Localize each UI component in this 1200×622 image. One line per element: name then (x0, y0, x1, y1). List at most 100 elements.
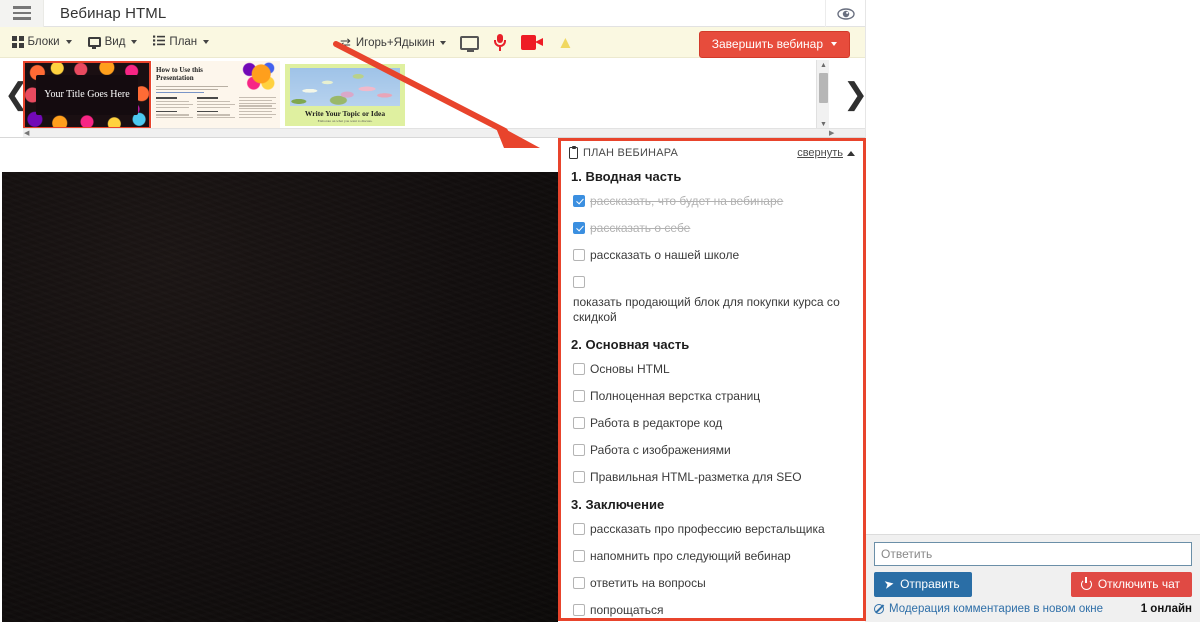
chat-panel: ➤ Отправить Отключить чат Модерация комм… (865, 0, 1200, 622)
plan-task[interactable]: рассказать о себе (573, 221, 853, 236)
scroll-left-icon[interactable]: ◀ (24, 129, 29, 138)
page-title: Вебинар HTML (60, 4, 167, 22)
slides-vertical-scrollbar[interactable]: ▲ ▼ (816, 60, 829, 130)
toolbar-item-view[interactable]: Вид (80, 27, 146, 58)
send-button-label: Отправить (900, 577, 960, 591)
task-checkbox[interactable] (573, 417, 585, 429)
moderation-link[interactable]: Модерация комментариев в новом окне (874, 603, 1103, 615)
plan-collapse-toggle[interactable]: свернуть (797, 147, 855, 159)
task-label: попрощаться (590, 603, 664, 617)
online-count: 1 онлайн (1140, 603, 1192, 615)
finish-webinar-button[interactable]: Завершить вебинар (698, 31, 850, 58)
slide-thumbnail-1[interactable]: Your Title Goes Here (23, 61, 151, 129)
slide-thumbnail-5[interactable] (539, 61, 667, 129)
hamburger-menu-icon[interactable] (0, 0, 44, 27)
slide-thumbnails: Your Title Goes Here How to Use this Pre… (23, 61, 828, 129)
screen-share-icon[interactable] (460, 35, 479, 52)
toolbar-item-view-label: Вид (104, 36, 126, 48)
plan-panel-body: 1. Вводная часть рассказать, что будет н… (561, 169, 863, 618)
monitor-icon (87, 37, 101, 49)
task-label: Полноценная верстка страниц (590, 389, 761, 403)
task-checkbox[interactable] (573, 523, 585, 535)
plan-task[interactable]: рассказать про профессию верстальщика (573, 522, 853, 537)
task-label: показать продающий блок для покупки курс… (573, 295, 840, 324)
task-checkbox[interactable] (573, 222, 585, 234)
slide-strip: ❮ ❯ Your Title Goes Here How to Use this… (0, 58, 868, 138)
slide-2-title: How to Use this Presentation (156, 66, 203, 83)
task-label: Работа в редакторе код (590, 416, 723, 430)
task-checkbox[interactable] (573, 363, 585, 375)
plan-task[interactable]: Правильная HTML-разметка для SEO (573, 470, 853, 485)
plan-task[interactable]: попрощаться (573, 603, 853, 618)
chevron-down-icon (831, 42, 837, 46)
task-checkbox[interactable] (573, 550, 585, 562)
task-checkbox[interactable] (573, 577, 585, 589)
plan-task[interactable]: Основы HTML (573, 362, 853, 377)
task-checkbox[interactable] (573, 276, 585, 288)
chevron-down-icon (439, 40, 446, 45)
shuffle-icon: ⇄ (340, 35, 351, 50)
slide-3-title: Write Your Topic or Idea (304, 109, 386, 118)
scroll-right-icon[interactable]: ▶ (829, 129, 834, 138)
plan-panel-title: ПЛАН ВЕБИНАРА (583, 147, 679, 159)
eye-icon[interactable] (825, 0, 865, 27)
plan-task[interactable]: показать продающий блок для покупки курс… (573, 275, 853, 325)
no-entry-icon (874, 604, 884, 614)
microphone-icon[interactable] (493, 34, 507, 51)
paper-plane-icon: ➤ (882, 576, 896, 592)
slide-1-title: Your Title Goes Here (44, 89, 130, 101)
plan-task[interactable]: рассказать о нашей школе (573, 248, 853, 263)
power-icon (1080, 577, 1092, 590)
send-message-button[interactable]: ➤ Отправить (874, 572, 972, 597)
slides-horizontal-scrollbar[interactable]: ◀ ▶ (23, 128, 865, 137)
chat-reply-input[interactable] (874, 542, 1192, 566)
toolbar-item-blocks[interactable]: Блоки (4, 27, 80, 58)
plan-task[interactable]: рассказать, что будет на вебинаре (573, 194, 853, 209)
toolbar-item-plan[interactable]: План (145, 27, 217, 58)
chat-button-row: ➤ Отправить Отключить чат (874, 572, 1192, 597)
chat-meta-row: Модерация комментариев в новом окне 1 он… (874, 603, 1192, 615)
plan-task[interactable]: Работа с изображениями (573, 443, 853, 458)
task-checkbox[interactable] (573, 249, 585, 261)
device-controls: ▲ (460, 27, 574, 58)
task-checkbox[interactable] (573, 444, 585, 456)
plan-task[interactable]: ответить на вопросы (573, 576, 853, 591)
title-bar: Вебинар HTML (0, 0, 865, 27)
task-label: рассказать, что будет на вебинаре (590, 194, 784, 208)
chevron-down-icon (203, 40, 210, 44)
scroll-up-icon[interactable]: ▲ (817, 60, 830, 71)
task-checkbox[interactable] (573, 604, 585, 616)
slide-thumbnail-4[interactable] (410, 61, 538, 129)
moderation-link-label: Модерация комментариев в новом окне (889, 603, 1104, 615)
task-label: Работа с изображениями (590, 443, 731, 457)
video-stream[interactable] (2, 172, 558, 622)
camera-icon[interactable] (521, 35, 543, 50)
plan-collapse-label: свернуть (797, 147, 843, 159)
task-label: Основы HTML (590, 362, 670, 376)
slide-thumbnail-6[interactable] (668, 61, 796, 129)
webinar-app: Вебинар HTML Блоки Вид План ⇄ Игорь+Ядык… (0, 0, 1200, 622)
plan-section-title: 2. Основная часть (571, 337, 690, 352)
chevron-down-icon (65, 40, 72, 44)
plan-task[interactable]: Работа в редакторе код (573, 416, 853, 431)
slide-thumbnail-3[interactable]: Write Your Topic or Idea Elaborate on wh… (281, 61, 409, 129)
task-checkbox[interactable] (573, 471, 585, 483)
warning-icon[interactable]: ▲ (557, 34, 574, 51)
slide-thumbnail-2[interactable]: How to Use this Presentation (152, 61, 280, 129)
task-checkbox[interactable] (573, 390, 585, 402)
decorative-flowers-icon (236, 62, 278, 96)
task-label: Правильная HTML-разметка для SEO (590, 470, 802, 484)
chevron-up-icon (847, 150, 855, 156)
plan-task[interactable]: напомнить про следующий вебинар (573, 549, 853, 564)
scrollbar-thumb[interactable] (819, 73, 828, 103)
disable-chat-button[interactable]: Отключить чат (1070, 572, 1192, 597)
slide-3-photo (290, 68, 400, 106)
presenter-selector[interactable]: ⇄ Игорь+Ядыкин (340, 27, 446, 58)
task-label: напомнить про следующий вебинар (590, 549, 791, 563)
plan-task[interactable]: Полноценная верстка страниц (573, 389, 853, 404)
plan-section-title: 1. Вводная часть (571, 169, 682, 184)
grid-blocks-icon (12, 36, 24, 48)
presenter-label: Игорь+Ядыкин (355, 36, 435, 49)
task-checkbox[interactable] (573, 195, 585, 207)
task-label: рассказать о себе (590, 221, 691, 235)
